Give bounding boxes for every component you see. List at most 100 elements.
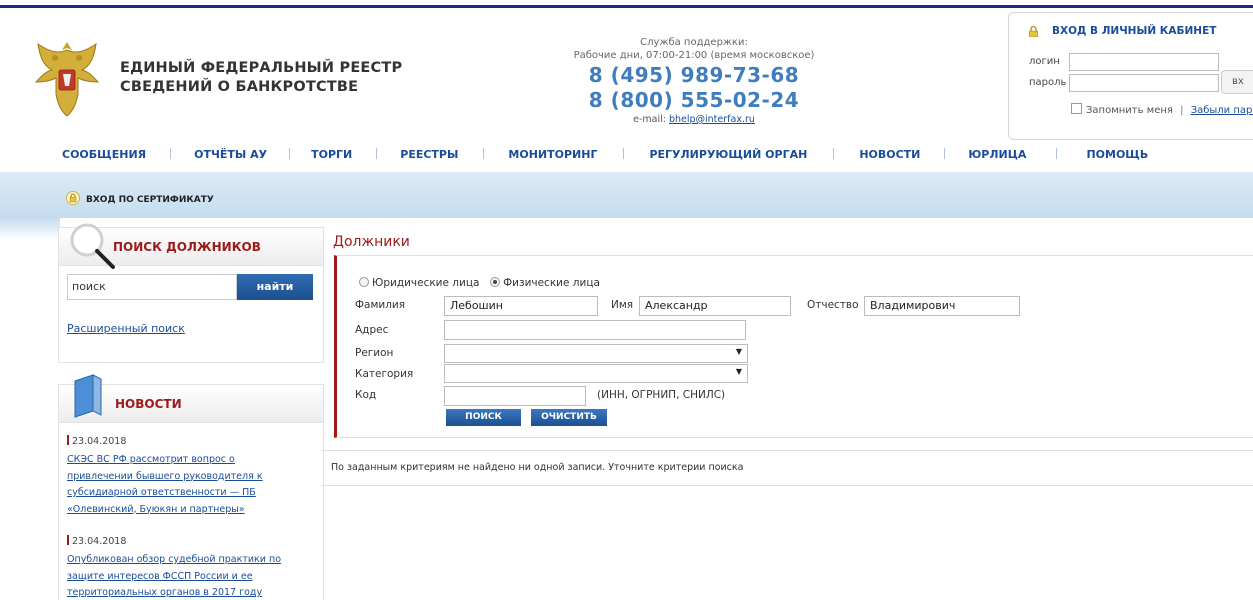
debtor-search-button[interactable]: найти [237,274,313,300]
certificate-login-label: ВХОД ПО СЕРТИФИКАТУ [86,195,214,205]
address-label: Адрес [355,324,389,336]
search-button[interactable]: ПОИСК [446,409,521,426]
radio-legal-entities[interactable] [359,277,369,287]
site-title-line-1: ЕДИНЫЙ ФЕДЕРАЛЬНЫЙ РЕЕСТР [120,60,403,76]
support-block: Служба поддержки: Рабочие дни, 07:00-21:… [560,36,828,127]
site-title-line-2: СВЕДЕНИЙ О БАНКРОТСТВЕ [120,79,359,95]
middlename-label: Отчество [807,299,859,311]
menu-separator [169,148,171,159]
menu-separator [288,148,290,159]
news-link-line[interactable]: привлечении бывшего руководителя к [67,469,297,486]
login-input[interactable] [1069,53,1219,71]
site-title: ЕДИНЫЙ ФЕДЕРАЛЬНЫЙ РЕЕСТР СВЕДЕНИЙ О БАН… [120,59,402,97]
forgot-password-link[interactable]: Забыли паро [1191,105,1253,116]
radio-physical-label: Физические лица [503,277,600,289]
menu-item-monitoring[interactable]: МОНИТОРИНГ [508,148,597,161]
news-date: 23.04.2018 [67,535,126,547]
news-date: 23.04.2018 [67,435,126,447]
support-email-label: e-mail: [633,114,666,125]
book-icon [74,374,102,418]
login-title: ВХОД В ЛИЧНЫЙ КАБИНЕТ [1029,25,1216,37]
search-result-message: По заданным критериям не найдено ни одно… [321,450,1253,486]
radio-legal-label: Юридические лица [372,277,480,289]
support-phone-2: 8 (800) 555-02-24 [588,88,800,112]
menu-separator [1055,148,1057,159]
news-date-marker [67,435,69,445]
radio-individuals[interactable] [490,277,501,287]
menu-separator [832,148,834,159]
support-hours: Рабочие дни, 07:00-21:00 (время московск… [573,50,815,61]
news-link-line[interactable]: «Олевинский, Буюкян и партнеры» [67,502,297,519]
menu-item-messages[interactable]: СООБЩЕНИЯ [62,148,146,161]
firstname-input[interactable]: Александр [639,296,791,316]
menu-item-registers[interactable]: РЕЕСТРЫ [400,148,458,161]
advanced-search-link[interactable]: Расширенный поиск [67,322,185,335]
page-title: Должники [333,234,410,250]
remember-checkbox[interactable] [1071,103,1082,114]
search-debtors-panel: ПОИСК ДОЛЖНИКОВ поиск найти Расширенный … [58,223,324,363]
news-title: НОВОСТИ [115,397,182,411]
password-input[interactable] [1069,74,1219,92]
chevron-down-icon: ▼ [735,347,742,356]
password-row: пароль [1029,74,1219,92]
debtor-search-form: Юридические лица Физические лица Фамилия… [334,255,1253,438]
password-label: пароль [1029,77,1067,88]
russian-coat-of-arms-icon [34,42,100,117]
certificate-bar-fade [0,218,60,240]
support-email-link[interactable]: bhelp@interfax.ru [669,114,755,125]
certificate-login-link[interactable]: ВХОД ПО СЕРТИФИКАТУ [66,191,214,205]
main-menu: СООБЩЕНИЯ ОТЧЁТЫ АУ ТОРГИ РЕЕСТРЫ МОНИТО… [62,148,1148,164]
news-link-line[interactable]: СКЭС ВС РФ рассмотрит вопрос о [67,452,297,469]
menu-separator [375,148,377,159]
remember-label: Запомнить меня [1086,105,1173,116]
remember-row: Запомнить меня | Забыли паро [1071,103,1253,116]
chevron-down-icon: ▼ [735,367,742,376]
code-label: Код [355,389,377,401]
search-debtors-title: ПОИСК ДОЛЖНИКОВ [113,240,261,254]
debtor-search-input[interactable]: поиск [67,274,237,300]
code-input[interactable] [444,386,586,406]
lock-icon [1029,25,1038,37]
region-select[interactable]: ▼ [444,344,748,363]
address-input[interactable] [444,320,746,340]
login-enter-button[interactable]: вх [1221,70,1253,94]
news-link-line[interactable]: территориальных органов в 2017 году [67,585,297,600]
news-item[interactable]: Опубликован обзор судебной практики по з… [67,552,297,600]
menu-separator [943,148,945,159]
support-title: Служба поддержки: [640,37,748,48]
news-link-line[interactable]: защите интересов ФССП России и ее [67,569,297,586]
menu-item-news[interactable]: НОВОСТИ [859,148,920,161]
news-date-text: 23.04.2018 [72,436,127,447]
news-date-marker [67,535,69,545]
firstname-label: Имя [611,299,634,311]
menu-separator [482,148,484,159]
lastname-input[interactable]: Лебошин [444,296,598,316]
category-label: Категория [355,368,414,380]
region-label: Регион [355,347,394,359]
menu-item-auctions[interactable]: ТОРГИ [311,148,352,161]
news-item[interactable]: СКЭС ВС РФ рассмотрит вопрос о привлечен… [67,452,297,518]
login-label: логин [1029,56,1060,67]
remember-divider: | [1180,105,1184,116]
menu-item-legal-entities[interactable]: ЮРЛИЦА [968,148,1026,161]
news-panel: НОВОСТИ 23.04.2018 СКЭС ВС РФ рассмотрит… [58,374,324,600]
login-row: логин [1029,53,1219,71]
menu-item-reports[interactable]: ОТЧЁТЫ АУ [194,148,267,161]
menu-item-regulator[interactable]: РЕГУЛИРУЮЩИЙ ОРГАН [649,148,807,161]
news-link-line[interactable]: Опубликован обзор судебной практики по [67,552,297,569]
news-date-text: 23.04.2018 [72,536,127,547]
top-border-line [0,5,1253,8]
menu-item-help[interactable]: ПОМОЩЬ [1086,148,1148,161]
support-email: e-mail: bhelp@interfax.ru [560,113,828,127]
support-phone-1: 8 (495) 989-73-68 [588,63,800,87]
lock-icon [66,191,80,205]
debtor-type-selector: Юридические лица Физические лица [359,277,600,289]
category-select[interactable]: ▼ [444,364,748,383]
news-link-line[interactable]: субсидиарной ответственности — ПБ [67,485,297,502]
login-title-text: ВХОД В ЛИЧНЫЙ КАБИНЕТ [1052,25,1217,37]
code-hint: (ИНН, ОГРНИП, СНИЛС) [597,389,726,401]
lastname-label: Фамилия [355,299,406,311]
menu-separator [622,148,624,159]
clear-button[interactable]: ОЧИСТИТЬ [531,409,607,426]
middlename-input[interactable]: Владимирович [864,296,1020,316]
